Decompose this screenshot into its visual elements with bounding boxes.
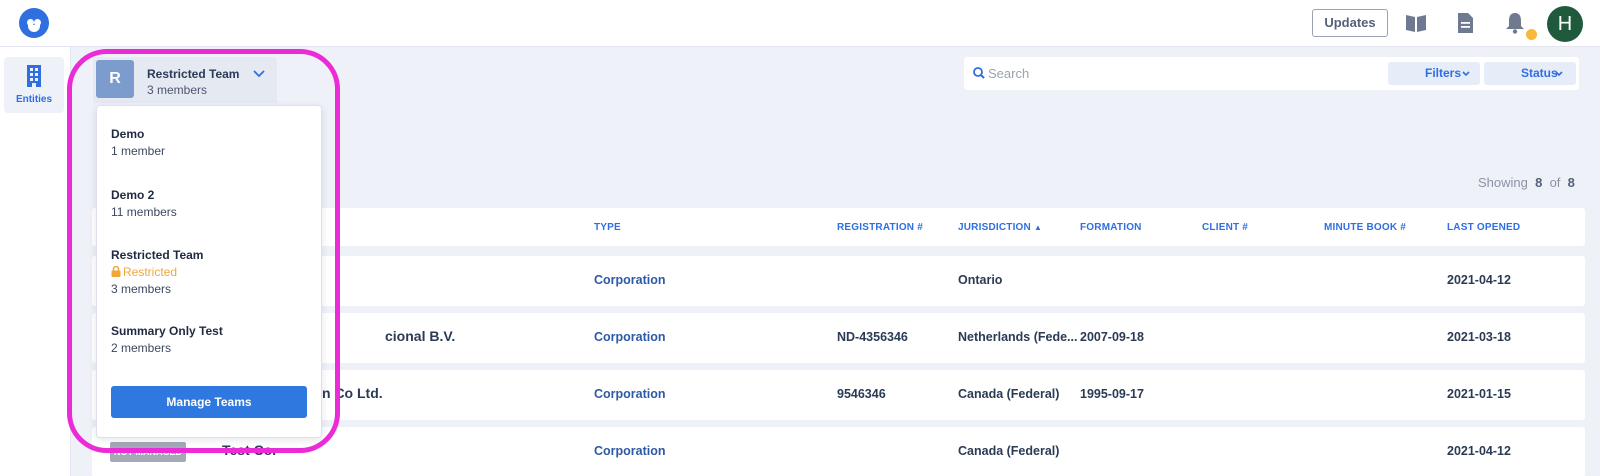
chevron-down-icon	[1462, 71, 1470, 77]
team-option-restricted-team[interactable]: Restricted Team Restricted 3 members	[111, 248, 203, 296]
team-selector[interactable]: R Restricted Team 3 members	[93, 57, 277, 103]
team-option-name: Restricted Team	[111, 248, 204, 262]
status-label: Status	[1521, 66, 1558, 80]
results-count: Showing 8 of 8	[1478, 175, 1575, 190]
column-header-jurisdiction[interactable]: JURISDICTION ▲	[958, 222, 1042, 233]
team-option-name: Demo	[111, 127, 145, 141]
status-badge: NOT MANAGED	[110, 442, 186, 462]
top-bar: Updates H	[0, 0, 1600, 47]
team-option-name: Demo 2	[111, 188, 155, 202]
building-icon	[27, 65, 41, 87]
restricted-label: Restricted	[111, 265, 203, 279]
team-option-demo[interactable]: Demo 1 member	[111, 127, 165, 158]
entity-last-opened: 2021-01-15	[1447, 387, 1511, 401]
entity-jurisdiction: Canada (Federal)	[958, 387, 1060, 401]
team-option-members: 11 members	[111, 205, 177, 219]
team-option-members: 1 member	[111, 144, 166, 158]
team-name: Restricted Team	[147, 67, 240, 81]
filters-label: Filters	[1425, 66, 1462, 80]
lock-icon	[111, 265, 121, 277]
bell-icon[interactable]	[1502, 10, 1528, 36]
chevron-down-icon	[1555, 71, 1563, 77]
entity-jurisdiction: Netherlands (Fede...	[958, 330, 1078, 344]
entity-type: Corporation	[594, 330, 666, 344]
entity-name: n Co Ltd.	[322, 385, 383, 401]
book-icon[interactable]	[1403, 10, 1429, 36]
entity-jurisdiction: Ontario	[958, 273, 1003, 287]
team-option-name: Summary Only Test	[111, 324, 223, 338]
nav-item-entities[interactable]: Entities	[4, 57, 64, 113]
column-header-client[interactable]: CLIENT #	[1202, 222, 1248, 233]
team-avatar: R	[96, 60, 134, 98]
notification-dot	[1526, 29, 1537, 40]
team-option-demo-2[interactable]: Demo 2 11 members	[111, 188, 177, 219]
team-dropdown-menu: Demo 1 member Demo 2 11 members Restrict…	[96, 105, 322, 438]
team-member-count: 3 members	[147, 83, 208, 97]
team-option-summary-only-test[interactable]: Summary Only Test 2 members	[111, 324, 223, 355]
entity-formation: 1995-09-17	[1080, 387, 1144, 401]
app-logo-icon[interactable]	[19, 8, 49, 38]
nav-item-label: Entities	[15, 94, 53, 105]
team-option-members: 2 members	[111, 341, 172, 355]
manage-teams-button[interactable]: Manage Teams	[111, 386, 307, 418]
side-nav: Entities	[0, 47, 71, 476]
sort-ascending-icon: ▲	[1033, 223, 1043, 232]
status-button[interactable]: Status	[1484, 62, 1576, 85]
entity-last-opened: 2021-03-18	[1447, 330, 1511, 344]
column-header-last-opened[interactable]: LAST OPENED	[1447, 222, 1520, 233]
entity-type: Corporation	[594, 387, 666, 401]
search-icon	[973, 67, 985, 79]
entity-type: Corporation	[594, 444, 666, 458]
column-header-type[interactable]: TYPE	[594, 222, 621, 233]
entity-last-opened: 2021-04-12	[1447, 444, 1511, 458]
column-header-minute-book[interactable]: MINUTE BOOK #	[1324, 222, 1406, 233]
entity-registration: ND-4356346	[837, 330, 908, 344]
entity-jurisdiction: Canada (Federal)	[958, 444, 1060, 458]
user-avatar[interactable]: H	[1547, 6, 1583, 42]
updates-button[interactable]: Updates	[1312, 9, 1388, 37]
search-input[interactable]	[988, 57, 1338, 90]
filters-button[interactable]: Filters	[1388, 62, 1480, 85]
entity-last-opened: 2021-04-12	[1447, 273, 1511, 287]
entity-type: Corporation	[594, 273, 666, 287]
entity-name: Test Co.	[222, 442, 277, 458]
column-header-registration[interactable]: REGISTRATION #	[837, 222, 923, 233]
entity-formation: 2007-09-18	[1080, 330, 1144, 344]
document-icon[interactable]	[1452, 10, 1478, 36]
entity-registration: 9546346	[837, 387, 886, 401]
column-header-formation[interactable]: FORMATION	[1080, 222, 1142, 233]
entity-name: cional B.V.	[385, 328, 456, 344]
team-option-members: 3 members	[111, 282, 172, 296]
chevron-down-icon	[253, 70, 265, 78]
